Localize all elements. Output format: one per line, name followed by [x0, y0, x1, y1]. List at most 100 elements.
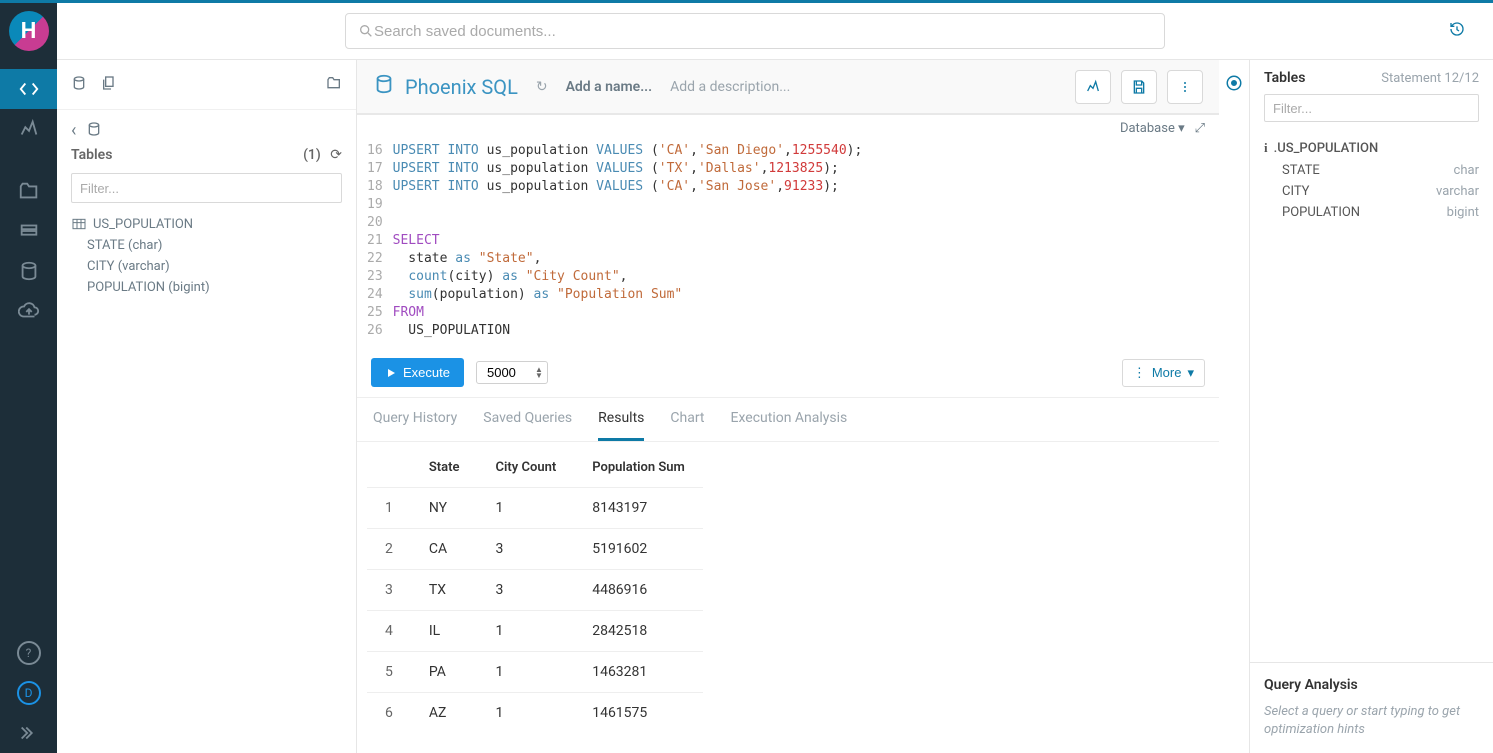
column-node[interactable]: STATE (char) [71, 235, 342, 256]
table-icon [71, 216, 87, 232]
assist-column-node[interactable]: STATEchar [1264, 160, 1479, 181]
nav-help-icon[interactable]: ? [0, 633, 57, 673]
row-limit-input[interactable]: ▲▼ [476, 361, 548, 384]
nav-database-icon[interactable] [0, 251, 57, 291]
assist-column-node[interactable]: POPULATIONbigint [1264, 202, 1479, 223]
chart-button[interactable] [1075, 70, 1111, 104]
table-cell: TX [411, 570, 478, 611]
table-cell: 1463281 [574, 652, 703, 693]
table-row[interactable]: 3TX34486916 [367, 570, 703, 611]
more-actions-button[interactable]: ⋮ More ▾ [1122, 359, 1205, 387]
left-nav-rail: H ? D [0, 3, 57, 753]
nav-expand-icon[interactable] [0, 713, 57, 753]
assist-toggle-icon[interactable] [1219, 60, 1249, 753]
sidebar-heading: Tables [71, 147, 112, 163]
table-cell: CA [411, 529, 478, 570]
table-cell: 1 [367, 488, 411, 529]
column-header[interactable]: State [411, 448, 478, 488]
editor-main: Phoenix SQL ↻ Add a name... Add a descri… [357, 60, 1219, 753]
row-limit-value[interactable] [487, 365, 529, 380]
schema-sidebar: ‹ Tables (1) ⟳ US_POPULATIONSTATE (char)… [57, 60, 357, 753]
column-header[interactable] [367, 448, 411, 488]
more-menu-button[interactable] [1167, 70, 1203, 104]
results-pane: StateCity CountPopulation Sum 1NY1814319… [357, 442, 1219, 733]
expand-editor-icon[interactable]: ⤢ [1195, 121, 1205, 136]
back-chevron-icon[interactable]: ‹ [71, 120, 76, 141]
table-cell: NY [411, 488, 478, 529]
engine-name[interactable]: Phoenix SQL [405, 75, 518, 99]
table-cell: 4 [367, 611, 411, 652]
table-node[interactable]: US_POPULATION [71, 213, 342, 235]
docs-icon[interactable] [101, 75, 117, 95]
folder-open-icon[interactable] [326, 75, 342, 95]
table-cell: 4486916 [574, 570, 703, 611]
table-cell: PA [411, 652, 478, 693]
global-search[interactable] [345, 13, 1165, 49]
top-bar [57, 3, 1493, 60]
tab-chart[interactable]: Chart [670, 410, 704, 441]
engine-refresh-icon[interactable]: ↻ [536, 79, 548, 95]
table-cell: 1461575 [574, 693, 703, 734]
table-cell: 5 [367, 652, 411, 693]
limit-down-icon[interactable]: ▼ [535, 373, 543, 379]
table-cell: 1 [478, 693, 575, 734]
query-analysis-hint: Select a query or start typing to get op… [1264, 703, 1479, 739]
tab-results[interactable]: Results [598, 410, 644, 441]
column-node[interactable]: POPULATION (bigint) [71, 277, 342, 298]
query-analysis-heading: Query Analysis [1264, 677, 1479, 693]
nav-files-icon[interactable] [0, 171, 57, 211]
table-row[interactable]: 2CA35191602 [367, 529, 703, 570]
table-row[interactable]: 1NY18143197 [367, 488, 703, 529]
column-header[interactable]: City Count [478, 448, 575, 488]
assist-panel: Tables Statement 12/12 i .US_POPULATIONS… [1249, 60, 1493, 753]
search-icon [358, 23, 374, 39]
table-cell: 1 [478, 611, 575, 652]
nav-tables-icon[interactable] [0, 211, 57, 251]
nav-editor-icon[interactable] [0, 69, 57, 109]
add-description-link[interactable]: Add a description... [670, 79, 790, 95]
global-search-input[interactable] [374, 23, 1152, 40]
result-tabs: Query History Saved Queries Results Chart Ex… [357, 398, 1219, 442]
database-selector[interactable]: Database ▾ [1120, 121, 1185, 136]
nav-dashboards-icon[interactable] [0, 109, 57, 149]
assist-column-node[interactable]: CITYvarchar [1264, 181, 1479, 202]
add-name-link[interactable]: Add a name... [566, 79, 653, 95]
table-cell: 1 [478, 488, 575, 529]
table-cell: 3 [478, 570, 575, 611]
table-cell: 1 [478, 652, 575, 693]
table-cell: 5191602 [574, 529, 703, 570]
engine-icon [373, 73, 395, 100]
table-cell: IL [411, 611, 478, 652]
table-cell: 3 [367, 570, 411, 611]
db-icon[interactable] [71, 75, 87, 95]
table-cell: 6 [367, 693, 411, 734]
table-count: (1) [303, 147, 321, 163]
sql-editor[interactable]: 1617181920212223242526 UPSERT INTO us_po… [357, 142, 1219, 348]
info-icon: i [1264, 140, 1268, 156]
assist-filter-input[interactable] [1264, 94, 1479, 122]
table-row[interactable]: 6AZ11461575 [367, 693, 703, 734]
breadcrumb-db-icon[interactable] [86, 121, 102, 141]
execute-button[interactable]: Execute [371, 358, 464, 387]
app-logo[interactable]: H [9, 11, 49, 51]
tab-query-history[interactable]: Query History [373, 410, 457, 441]
tab-saved-queries[interactable]: Saved Queries [483, 410, 572, 441]
column-node[interactable]: CITY (varchar) [71, 256, 342, 277]
history-icon[interactable] [1437, 21, 1477, 41]
nav-cloud-icon[interactable] [0, 291, 57, 331]
table-cell: 3 [478, 529, 575, 570]
assist-heading: Tables [1264, 70, 1305, 86]
refresh-icon[interactable]: ⟳ [330, 147, 342, 163]
table-row[interactable]: 5PA11463281 [367, 652, 703, 693]
assist-table-node[interactable]: i .US_POPULATION [1264, 140, 1479, 160]
column-header[interactable]: Population Sum [574, 448, 703, 488]
nav-user-icon[interactable]: D [0, 673, 57, 713]
sidebar-filter-input[interactable] [71, 173, 342, 203]
table-cell: 8143197 [574, 488, 703, 529]
results-table: StateCity CountPopulation Sum 1NY1814319… [367, 448, 703, 733]
table-cell: 2 [367, 529, 411, 570]
table-row[interactable]: 4IL12842518 [367, 611, 703, 652]
tab-execution-analysis[interactable]: Execution Analysis [731, 410, 848, 441]
save-button[interactable] [1121, 70, 1157, 104]
statement-counter: Statement 12/12 [1381, 71, 1479, 86]
